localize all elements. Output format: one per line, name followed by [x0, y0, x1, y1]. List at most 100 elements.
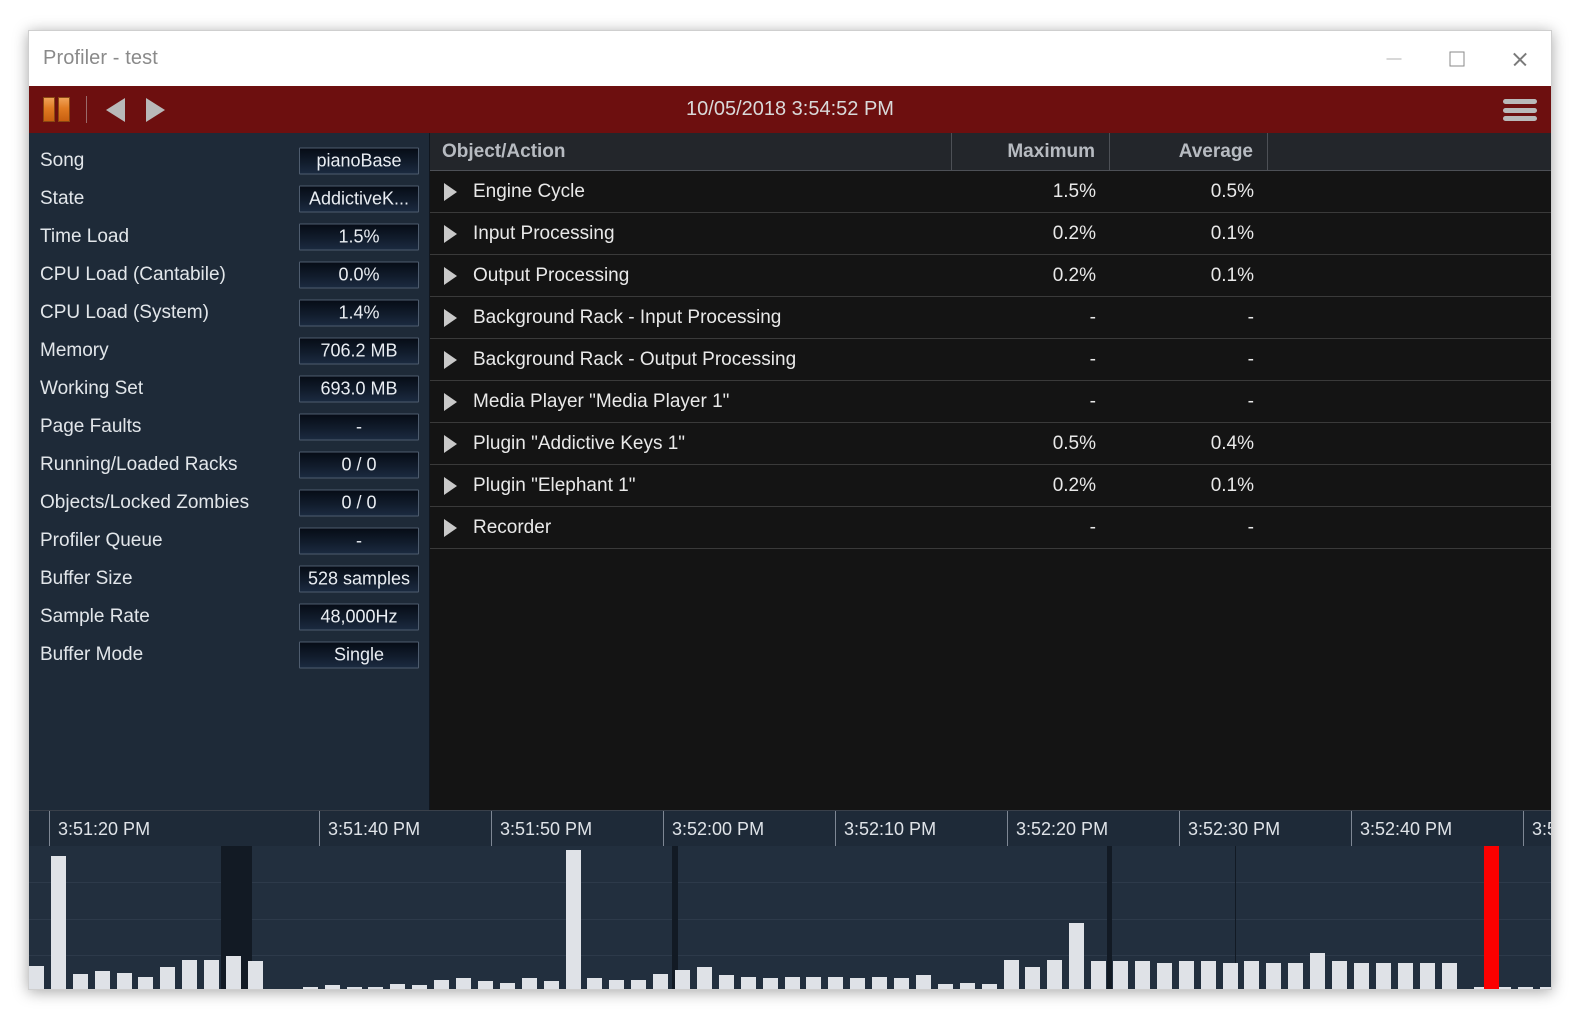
graph-bar: [73, 974, 88, 989]
graph-bar: [1113, 961, 1128, 989]
graph-bar: [1376, 963, 1391, 989]
hamburger-menu-icon[interactable]: [1503, 99, 1537, 121]
table-row[interactable]: Input Processing 0.2% 0.1%: [430, 213, 1551, 255]
cell-average: 0.1%: [1110, 465, 1268, 506]
graph-current-position-marker: [1484, 846, 1499, 989]
graph-bar: [1025, 967, 1040, 989]
object-action-label: Background Rack - Output Processing: [473, 348, 797, 370]
toolbar-timestamp: 10/05/2018 3:54:52 PM: [686, 98, 894, 120]
cell-object-action: Media Player "Media Player 1": [430, 381, 952, 422]
property-label: State: [40, 188, 85, 209]
graph-bar: [741, 977, 756, 989]
chevron-right-icon[interactable]: [444, 476, 457, 495]
graph-bar: [1069, 923, 1084, 989]
table-row[interactable]: Media Player "Media Player 1" - -: [430, 381, 1551, 423]
graph-bar: [303, 987, 318, 989]
column-header-maximum[interactable]: Maximum: [952, 133, 1110, 170]
property-row: CPU Load (System) 1.4%: [29, 294, 429, 332]
property-value: AddictiveK...: [299, 185, 419, 213]
property-value: 0.0%: [299, 261, 419, 289]
cell-spacer: [1268, 381, 1551, 422]
timeline-ruler[interactable]: 3:51:20 PM 3:51:40 PM 3:51:50 PM 3:52:00 PM…: [29, 810, 1551, 847]
graph-bar: [522, 978, 537, 989]
graph-bar: [1310, 953, 1325, 989]
average-value: 0.1%: [1210, 222, 1254, 244]
maximum-value: 0.2%: [1052, 222, 1096, 244]
property-label: Memory: [40, 340, 109, 361]
property-value: 706.2 MB: [299, 337, 419, 365]
table-row[interactable]: Recorder - -: [430, 507, 1551, 549]
chevron-right-icon[interactable]: [444, 518, 457, 537]
minimize-button[interactable]: [1363, 31, 1425, 86]
column-header-average[interactable]: Average: [1110, 133, 1268, 170]
cell-object-action: Recorder: [430, 507, 952, 548]
graph-bar: [1244, 961, 1259, 989]
maximize-icon: [1449, 51, 1465, 66]
chevron-right-icon[interactable]: [444, 308, 457, 327]
column-header-object-action[interactable]: Object/Action: [430, 133, 952, 170]
property-row: CPU Load (Cantabile) 0.0%: [29, 256, 429, 294]
chevron-right-icon[interactable]: [444, 434, 457, 453]
property-value: 1.5%: [299, 223, 419, 251]
cell-object-action: Background Rack - Output Processing: [430, 339, 952, 380]
graph-bar: [51, 856, 66, 989]
table-row[interactable]: Background Rack - Output Processing - -: [430, 339, 1551, 381]
property-value: -: [299, 527, 419, 555]
property-label: Objects/Locked Zombies: [40, 492, 250, 513]
maximum-value: -: [1089, 306, 1096, 328]
previous-button[interactable]: [106, 98, 125, 122]
chevron-right-icon[interactable]: [444, 224, 457, 243]
graph-bar: [368, 987, 383, 989]
timeline-graph[interactable]: [29, 846, 1551, 989]
table-row[interactable]: Plugin "Elephant 1" 0.2% 0.1%: [430, 465, 1551, 507]
property-row: Time Load 1.5%: [29, 218, 429, 256]
cell-spacer: [1268, 255, 1551, 296]
pause-button[interactable]: [41, 95, 72, 124]
cell-spacer: [1268, 213, 1551, 254]
average-value: 0.1%: [1210, 474, 1254, 496]
property-value: 0 / 0: [299, 451, 419, 479]
table-row[interactable]: Engine Cycle 1.5% 0.5%: [430, 171, 1551, 213]
cell-average: 0.1%: [1110, 255, 1268, 296]
graph-bar: [1442, 963, 1457, 989]
table-row[interactable]: Output Processing 0.2% 0.1%: [430, 255, 1551, 297]
graph-bar: [1223, 963, 1238, 989]
chevron-right-icon[interactable]: [444, 182, 457, 201]
hamburger-line-2: [1503, 107, 1537, 113]
graph-bar: [1420, 963, 1435, 989]
cell-average: -: [1110, 381, 1268, 422]
graph-bar: [160, 967, 175, 989]
property-label: Buffer Size: [40, 568, 133, 589]
graph-bar: [204, 960, 219, 989]
chevron-right-icon[interactable]: [444, 266, 457, 285]
table-row[interactable]: Background Rack - Input Processing - -: [430, 297, 1551, 339]
table-header-row: Object/Action Maximum Average: [430, 133, 1551, 171]
graph-bar: [960, 983, 975, 989]
column-header-spacer: [1268, 133, 1551, 170]
properties-panel: Song pianoBase State AddictiveK... Time Load…: [29, 133, 430, 810]
cell-object-action: Output Processing: [430, 255, 952, 296]
chevron-right-icon[interactable]: [444, 350, 457, 369]
next-button[interactable]: [146, 98, 165, 122]
maximum-value: 1.5%: [1052, 180, 1096, 202]
graph-bar: [785, 977, 800, 989]
object-action-label: Plugin "Addictive Keys 1": [473, 432, 686, 454]
maximum-value: -: [1089, 348, 1096, 370]
chevron-right-icon[interactable]: [444, 392, 457, 411]
screen-root: Profiler - test 10/05/2018 3:54:52 PM So…: [0, 0, 1582, 1030]
graph-gridline: [29, 882, 1551, 883]
close-button[interactable]: [1489, 31, 1551, 86]
graph-bar: [982, 984, 997, 989]
maximize-button[interactable]: [1426, 31, 1488, 86]
graph-bar: [894, 978, 909, 989]
timeline-tick: 3:51:20 PM: [49, 811, 319, 847]
timeline-tick: 3:52:00 PM: [663, 811, 835, 847]
property-value: -: [299, 413, 419, 441]
table-row[interactable]: Plugin "Addictive Keys 1" 0.5% 0.4%: [430, 423, 1551, 465]
graph-bar: [434, 980, 449, 989]
property-row: Objects/Locked Zombies 0 / 0: [29, 484, 429, 522]
graph-bar: [850, 978, 865, 989]
maximum-value: 0.5%: [1052, 432, 1096, 454]
cell-maximum: -: [952, 381, 1110, 422]
maximum-value: 0.2%: [1052, 264, 1096, 286]
